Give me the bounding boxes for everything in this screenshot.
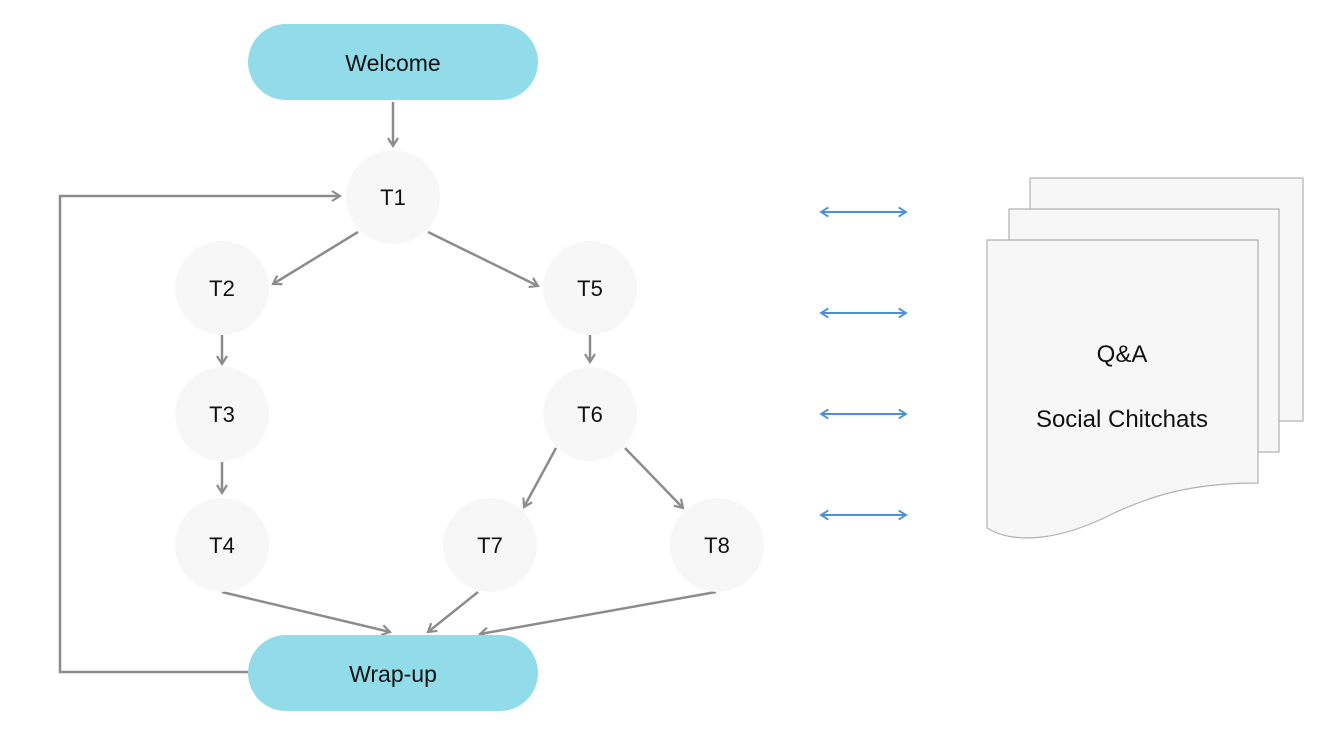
edge-t1-t5 bbox=[427, 230, 538, 286]
node-label: T3 bbox=[209, 402, 235, 427]
edge-t8-wrapup bbox=[480, 590, 717, 634]
document-line-chitchat: Social Chitchats bbox=[1036, 406, 1208, 433]
edge-t4-wrapup bbox=[221, 590, 390, 632]
welcome-label: Welcome bbox=[345, 50, 440, 76]
node-t5[interactable]: T5 bbox=[543, 241, 637, 335]
edge-t6-t8 bbox=[624, 447, 683, 508]
node-label: T1 bbox=[380, 185, 406, 210]
document-line-qa: Q&A bbox=[1097, 341, 1148, 368]
edge-t1-t2 bbox=[273, 230, 359, 284]
node-label: T8 bbox=[704, 533, 730, 558]
node-t3[interactable]: T3 bbox=[175, 367, 269, 461]
bidirectional-links bbox=[819, 206, 908, 521]
terminal-welcome[interactable]: Welcome bbox=[248, 24, 538, 100]
wrap-up-label: Wrap-up bbox=[349, 661, 437, 687]
node-label: T4 bbox=[209, 533, 235, 558]
node-t7[interactable]: T7 bbox=[443, 498, 537, 592]
node-label: T2 bbox=[209, 276, 235, 301]
node-t6[interactable]: T6 bbox=[543, 367, 637, 461]
terminal-wrap-up[interactable]: Wrap-up bbox=[248, 635, 538, 711]
node-label: T7 bbox=[477, 533, 503, 558]
node-label: T6 bbox=[577, 402, 603, 427]
document-front bbox=[986, 239, 1259, 539]
edge-t6-t7 bbox=[524, 447, 558, 507]
dialog-flow-diagram: Welcome Wrap-up T1 T2 T3 T4 T5 T6 T7 T8 … bbox=[58, 24, 1304, 711]
node-t2[interactable]: T2 bbox=[175, 241, 269, 335]
document-stack[interactable]: Q&A Social Chitchats bbox=[986, 177, 1304, 539]
node-t4[interactable]: T4 bbox=[175, 498, 269, 592]
edge-t7-wrapup bbox=[428, 591, 479, 632]
node-label: T5 bbox=[577, 276, 603, 301]
node-t1[interactable]: T1 bbox=[346, 150, 440, 244]
node-t8[interactable]: T8 bbox=[670, 498, 764, 592]
